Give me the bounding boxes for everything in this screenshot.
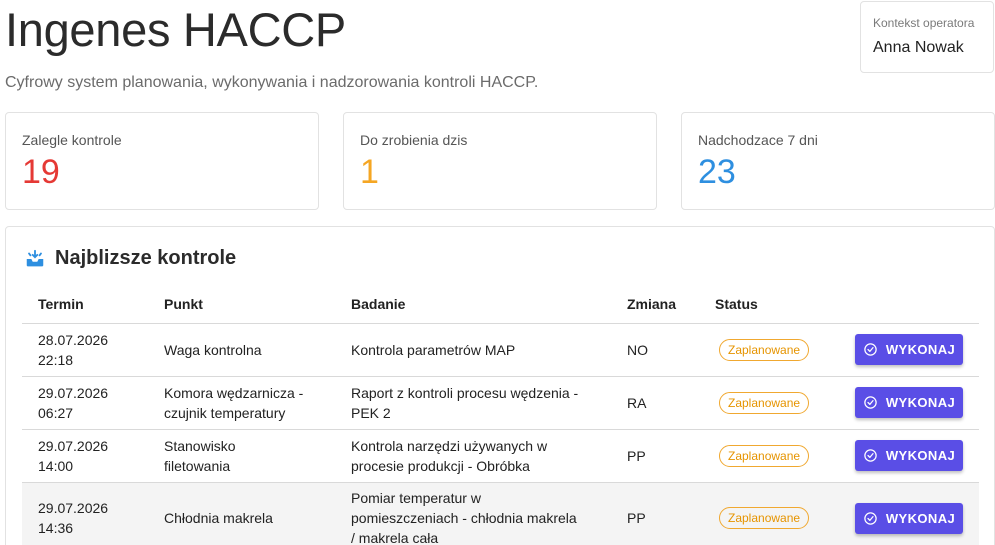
- termin-time: 06:27: [38, 404, 74, 421]
- column-header-punkt[interactable]: Punkt: [148, 285, 335, 324]
- cell-status: Zaplanowane: [699, 323, 839, 377]
- stat-value: 23: [698, 153, 736, 191]
- operator-context-card[interactable]: Kontekst operatora Anna Nowak: [860, 1, 994, 73]
- check-circle-icon: [864, 343, 877, 356]
- check-circle-icon: [864, 511, 877, 525]
- panel-header: Najblizsze kontrole: [24, 247, 236, 270]
- stat-value: 1: [360, 153, 379, 191]
- cell-action: WYKONAJ: [839, 482, 979, 545]
- termin-time: 14:36: [38, 520, 74, 536]
- cell-termin: 29.07.2026 06:27: [22, 376, 148, 430]
- status-badge: Zaplanowane: [719, 391, 810, 414]
- table-row[interactable]: 29.07.2026 14:00 Stanowisko filetowania Ko…: [22, 429, 979, 483]
- column-header-zmiana[interactable]: Zmiana: [611, 285, 699, 324]
- column-header-actions: [839, 285, 979, 324]
- termin-date: 29.07.2026: [38, 384, 109, 401]
- badanie-line: procesie produkcji - Obróbka: [351, 457, 530, 474]
- cell-zmiana: NO: [611, 323, 699, 377]
- badanie-line: / makrela cała: [351, 530, 439, 545]
- execute-button-label: WYKONAJ: [885, 510, 956, 526]
- stat-card-today: Do zrobienia dzis 1: [343, 112, 657, 210]
- cell-badanie: Kontrola narzędzi używanych w procesie pr…: [335, 429, 611, 483]
- check-circle-icon: [864, 449, 877, 462]
- cell-badanie: Raport z kontroli procesu wędzenia - PEK …: [335, 376, 611, 430]
- status-badge: Zaplanowane: [719, 338, 810, 361]
- stat-label: Nadchodzace 7 dni: [698, 132, 818, 148]
- check-circle-icon: [864, 396, 877, 409]
- stat-value: 19: [22, 153, 60, 191]
- cell-badanie: Pomiar temperatur w pomieszczeniach - chł…: [335, 482, 611, 545]
- stat-card-overdue: Zalegle kontrole 19: [5, 112, 319, 210]
- app-title: Ingenes HACCP: [5, 3, 346, 56]
- badanie-line: Pomiar temperatur w: [351, 490, 481, 506]
- badanie-line: Kontrola narzędzi używanych w: [351, 437, 548, 454]
- cell-action: WYKONAJ: [839, 376, 979, 430]
- execute-button[interactable]: WYKONAJ: [855, 334, 963, 365]
- termin-date: 29.07.2026: [38, 500, 109, 516]
- punkt-line: Komora wędzarnicza -: [164, 384, 304, 401]
- status-badge: Zaplanowane: [719, 444, 810, 467]
- stat-label: Zalegle kontrole: [22, 132, 122, 148]
- operator-name: Anna Nowak: [873, 39, 964, 56]
- upcoming-checks-panel: Najblizsze kontrole Termin Punkt Badanie…: [5, 226, 995, 545]
- cell-status: Zaplanowane: [699, 376, 839, 430]
- punkt-line: czujnik temperatury: [164, 404, 286, 421]
- execute-button-label: WYKONAJ: [885, 342, 956, 357]
- cell-termin: 29.07.2026 14:36: [22, 482, 148, 545]
- cell-punkt: Waga kontrolna: [148, 323, 335, 377]
- cell-status: Zaplanowane: [699, 429, 839, 483]
- operator-context-label: Kontekst operatora: [873, 16, 975, 30]
- execute-button[interactable]: WYKONAJ: [855, 502, 963, 534]
- cell-zmiana: RA: [611, 376, 699, 430]
- termin-date: 29.07.2026: [38, 437, 109, 454]
- punkt-line: Stanowisko: [164, 437, 236, 454]
- punkt-line: filetowania: [164, 457, 231, 474]
- table-row[interactable]: 28.07.2026 22:18 Waga kontrolna Kontrola …: [22, 323, 979, 377]
- cell-punkt: Komora wędzarnicza - czujnik temperatury: [148, 376, 335, 430]
- badanie-line: Raport z kontroli procesu wędzenia -: [351, 384, 579, 401]
- execute-button[interactable]: WYKONAJ: [855, 387, 963, 418]
- status-badge: Zaplanowane: [719, 507, 810, 529]
- badanie-line: Kontrola parametrów MAP: [351, 341, 516, 358]
- cell-zmiana: PP: [611, 482, 699, 545]
- badanie-line: pomieszczeniach - chłodnia makrela: [351, 510, 577, 526]
- cell-termin: 29.07.2026 14:00: [22, 429, 148, 483]
- punkt-line: Chłodnia makrela: [164, 510, 273, 526]
- stat-label: Do zrobienia dzis: [360, 132, 468, 148]
- checks-table: Termin Punkt Badanie Zmiana Status 28.07…: [22, 285, 979, 545]
- punkt-line: Waga kontrolna: [164, 341, 262, 358]
- panel-title: Najblizsze kontrole: [55, 247, 237, 269]
- execute-button[interactable]: WYKONAJ: [855, 440, 963, 471]
- cell-punkt: Chłodnia makrela: [148, 482, 335, 545]
- inbox-tray-icon: [26, 249, 44, 266]
- cell-action: WYKONAJ: [839, 323, 979, 377]
- cell-punkt: Stanowisko filetowania: [148, 429, 335, 483]
- column-header-status[interactable]: Status: [699, 285, 839, 324]
- cell-status: Zaplanowane: [699, 482, 839, 545]
- app-subtitle: Cyfrowy system planowania, wykonywania i…: [5, 74, 539, 91]
- column-header-termin[interactable]: Termin: [22, 285, 148, 324]
- termin-time: 14:00: [38, 457, 74, 474]
- table-header-row: Termin Punkt Badanie Zmiana Status: [22, 285, 979, 324]
- table-row[interactable]: 29.07.2026 06:27 Komora wędzarnicza - czuj…: [22, 376, 979, 430]
- cell-badanie: Kontrola parametrów MAP: [335, 323, 611, 377]
- badanie-line: PEK 2: [351, 404, 391, 421]
- cell-termin: 28.07.2026 22:18: [22, 323, 148, 377]
- termin-date: 28.07.2026: [38, 331, 109, 348]
- cell-zmiana: PP: [611, 429, 699, 483]
- column-header-badanie[interactable]: Badanie: [335, 285, 611, 324]
- termin-time: 22:18: [38, 351, 74, 368]
- cell-action: WYKONAJ: [839, 429, 979, 483]
- stat-card-upcoming: Nadchodzace 7 dni 23: [681, 112, 995, 210]
- execute-button-label: WYKONAJ: [885, 395, 956, 410]
- execute-button-label: WYKONAJ: [885, 448, 956, 463]
- table-row[interactable]: 29.07.2026 14:36 Chłodnia makrela Pomiar …: [22, 482, 979, 545]
